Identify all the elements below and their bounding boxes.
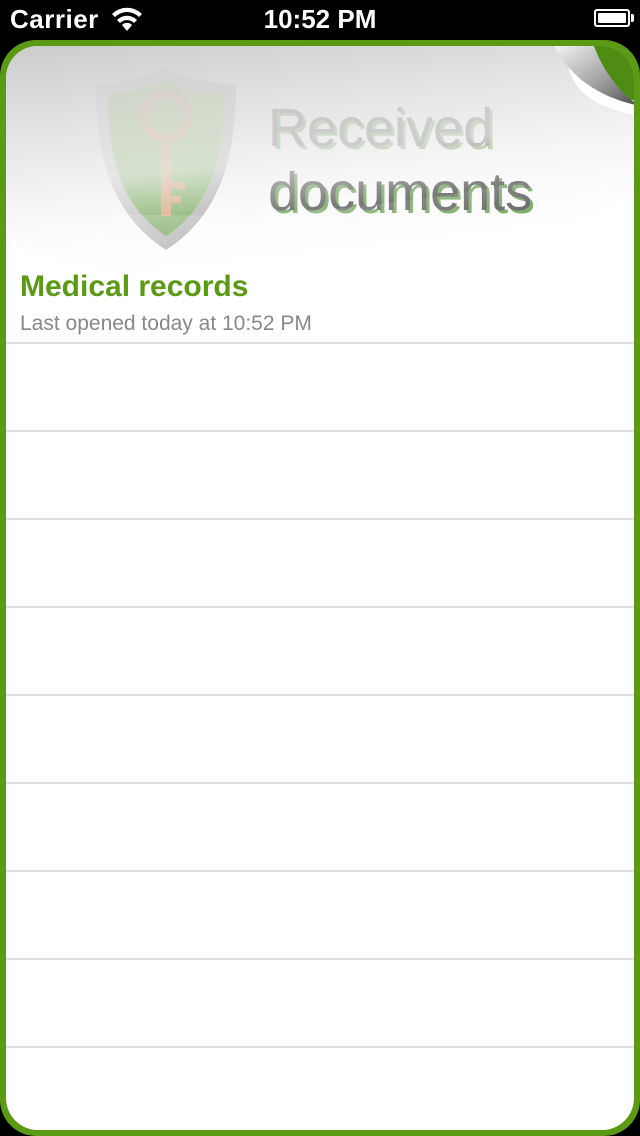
empty-row [6,1048,634,1130]
document-last-opened: Last opened today at 10:52 PM [20,312,312,335]
page-title-line1: Received [268,98,494,158]
empty-row [6,872,634,960]
empty-row [6,608,634,696]
status-time: 10:52 PM [263,4,377,34]
empty-row [6,696,634,784]
documents-card: Received documents Medical records Last … [0,40,640,1136]
documents-sheet: Received documents Medical records Last … [6,46,634,1130]
empty-row [6,520,634,608]
page-title: Received documents [268,96,532,224]
document-title: Medical records [20,270,249,303]
battery-icon [594,9,634,27]
empty-row [6,344,634,432]
status-bar: Carrier 10:52 PM [0,0,640,40]
empty-row [6,784,634,872]
shield-key-icon [96,68,236,250]
empty-row [6,960,634,1048]
page-title-line2: documents [268,162,533,222]
document-list: Medical records Last opened today at 10:… [6,256,634,1130]
empty-row [6,432,634,520]
header: Received documents [6,46,634,286]
document-row[interactable]: Medical records Last opened today at 10:… [6,256,634,344]
